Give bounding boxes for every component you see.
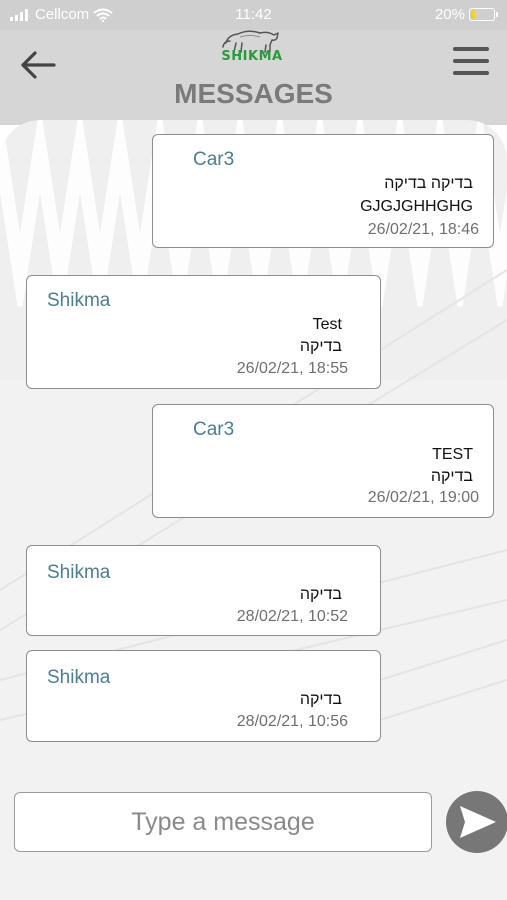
message-timestamp: 26/02/21, 19:00 (367, 489, 479, 506)
message-timestamp: 28/02/21, 10:56 (236, 713, 348, 730)
app-header: SHIKMA MESSAGES (0, 30, 507, 125)
message-timestamp: 26/02/21, 18:46 (367, 221, 479, 238)
message-bubble[interactable]: Car3 בדיקה בדיקה GJGJGHHGHG 26/02/21, 18… (152, 134, 494, 248)
shikma-logo: SHIKMA (220, 25, 284, 67)
message-timestamp: 26/02/21, 18:55 (236, 360, 348, 377)
battery-percent: 20% (434, 6, 465, 23)
message-timestamp: 28/02/21, 10:52 (236, 608, 348, 625)
clock: 11:42 (235, 6, 272, 23)
message-sender: Shikma (47, 667, 111, 688)
messages-area[interactable]: Car3 בדיקה בדיקה GJGJGHHGHG 26/02/21, 18… (0, 120, 507, 900)
message-sender: Shikma (47, 562, 111, 583)
send-button[interactable] (446, 791, 507, 853)
logo-text: SHIKMA (221, 49, 283, 64)
message-text: GJGJGHHGHG (360, 198, 473, 215)
message-text: בדיקה (299, 586, 342, 603)
message-bubble[interactable]: Car3 TEST בדיקה 26/02/21, 19:00 (152, 404, 494, 518)
page-title: MESSAGES (174, 78, 333, 109)
arrow-left-icon[interactable] (18, 48, 58, 82)
message-text: Test (312, 316, 342, 333)
message-text: בדיקה בדיקה (384, 175, 473, 192)
message-sender: Shikma (47, 290, 111, 311)
message-text: בדיקה (299, 691, 342, 708)
message-input[interactable] (14, 792, 432, 852)
send-arrow-icon (460, 806, 496, 838)
hamburger-menu-icon[interactable] (453, 47, 489, 79)
message-sender: Car3 (193, 149, 235, 170)
message-text: בדיקה (430, 468, 473, 485)
message-sender: Car3 (193, 419, 235, 440)
message-bubble[interactable]: Shikma בדיקה 28/02/21, 10:56 (26, 650, 381, 742)
message-bubble[interactable]: Shikma Test בדיקה 26/02/21, 18:55 (26, 275, 381, 389)
message-bubble[interactable]: Shikma בדיקה 28/02/21, 10:52 (26, 545, 381, 636)
battery-icon (469, 8, 498, 21)
message-text: TEST (432, 446, 473, 463)
message-text: בדיקה (299, 338, 342, 355)
